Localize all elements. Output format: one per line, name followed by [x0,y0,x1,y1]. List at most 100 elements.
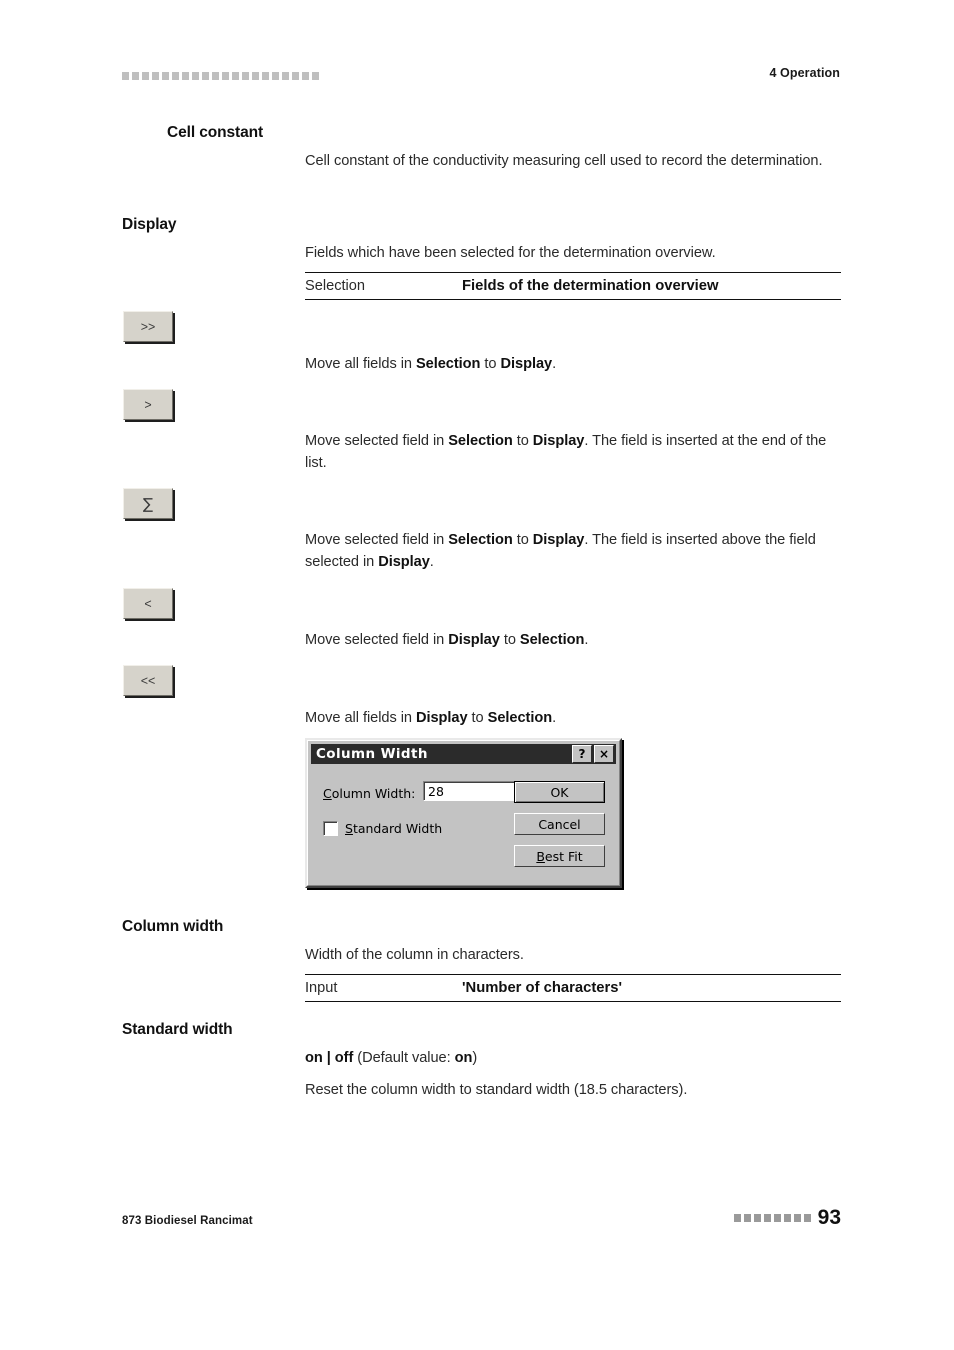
label-rest: olumn Width: [331,786,416,801]
table-key-selection: Selection [305,278,366,294]
decoration-square [773,1213,781,1222]
document-page: 4 Operation Cell constant Cell constant … [0,0,954,1350]
decoration-square [202,72,209,80]
default-value: on [454,1050,473,1066]
decoration-square [312,72,319,80]
decoration-square [122,72,129,80]
text-fragment: ) [472,1050,478,1066]
standard-width-label: Standard Width [345,821,442,836]
best-fit-button[interactable]: Best Fit [514,845,605,867]
footer-decoration-squares [733,1213,811,1222]
decoration-square [262,72,269,80]
double-chevron-right-icon[interactable]: >> [123,311,173,342]
table-column-width-input: Input 'Number of characters' [305,974,841,1002]
paragraph-column-width: Width of the column in characters. [305,947,524,963]
chevron-right-icon[interactable]: > [123,389,173,420]
decoration-square [172,72,179,80]
paragraph-move-all-to-selection: Move all fields in Display to Selection. [305,707,841,729]
decoration-square [222,72,229,80]
text-fragment: . [552,710,557,726]
decoration-square [282,72,289,80]
standard-width-checkbox-row[interactable]: Standard Width [323,821,442,836]
decoration-square [142,72,149,80]
decoration-square [733,1213,741,1222]
text-fragment: to [499,632,520,648]
decoration-square [152,72,159,80]
heading-column-width: Column width [122,918,224,935]
paragraph-cell-constant: Cell constant of the conductivity measur… [305,153,823,169]
table-value-input: 'Number of characters' [462,980,622,996]
text-fragment: Move selected field in [305,532,449,548]
text-emphasis: Display [532,532,585,548]
accel-char: C [323,786,332,801]
decoration-square [763,1213,771,1222]
dialog-title: Column Width [316,746,428,762]
decoration-square [162,72,169,80]
table-row: Input 'Number of characters' [305,975,841,1001]
column-width-dialog: Column Width ? × Column Width: 28 Standa… [305,738,622,888]
decoration-square [793,1213,801,1222]
text-fragment: Move all fields in [305,710,416,726]
text-emphasis: Display [415,710,468,726]
text-emphasis: Display [448,632,500,648]
ok-button[interactable]: OK [514,781,605,803]
text-fragment: to [512,433,533,449]
double-chevron-left-icon[interactable]: << [123,665,173,696]
paragraph-move-selected-to-selection: Move selected field in Display to Select… [305,629,841,651]
page-number: 93 [817,1206,841,1229]
help-icon[interactable]: ? [572,745,592,763]
decoration-square [783,1213,791,1222]
footer-document-title: 873 Biodiesel Rancimat [122,1215,253,1227]
text-fragment: . [429,554,434,570]
text-emphasis: Selection [519,632,585,648]
column-width-label: Column Width: [323,786,415,801]
text-fragment: to [467,710,488,726]
decoration-square [242,72,249,80]
decoration-square [182,72,189,80]
sigma-icon[interactable]: ∑ [123,488,173,519]
decoration-square [292,72,299,80]
text-emphasis: Display [532,433,585,449]
checkbox-icon[interactable] [323,821,338,836]
accel-char: S [345,821,353,836]
decoration-square [232,72,239,80]
text-emphasis: Selection [415,356,481,372]
close-icon[interactable]: × [594,745,614,763]
text-fragment: . [552,356,557,372]
text-fragment: (Default value: [353,1050,455,1066]
dialog-body: Column Width: 28 Standard Width OK Cance… [311,764,616,882]
decoration-square [302,72,309,80]
text-fragment: to [512,532,533,548]
accel-char: B [536,848,545,864]
dialog-titlebar[interactable]: Column Width ? × [311,744,616,764]
running-header: 4 Operation [122,66,840,88]
value-options: on | off [305,1050,354,1066]
text-fragment: . [584,632,589,648]
paragraph-standard-width-values: on | off (Default value: on) [305,1047,841,1069]
header-decoration-squares [122,72,319,80]
text-emphasis: Selection [448,532,513,548]
decoration-square [132,72,139,80]
table-display-selection: Selection Fields of the determination ov… [305,272,841,300]
heading-cell-constant: Cell constant [167,124,264,141]
paragraph-move-selected-above: Move selected field in Selection to Disp… [305,529,841,573]
header-section-title: 4 Operation [769,66,840,80]
chevron-left-icon[interactable]: < [123,588,173,619]
text-fragment: Move selected field in [305,632,449,648]
table-row: Selection Fields of the determination ov… [305,273,841,299]
label-rest: tandard Width [352,821,443,836]
text-emphasis: Selection [448,433,513,449]
text-fragment: to [480,356,501,372]
text-fragment: Move selected field in [305,433,449,449]
decoration-square [743,1213,751,1222]
heading-display: Display [122,216,177,233]
dialog-inner-frame: Column Width ? × Column Width: 28 Standa… [307,740,620,886]
text-fragment: Move all fields in [305,356,416,372]
footer-page-marker: 93 [733,1206,841,1229]
decoration-square [252,72,259,80]
text-emphasis: Display [378,554,430,570]
cancel-button[interactable]: Cancel [514,813,605,835]
table-value-selection: Fields of the determination overview [462,278,719,294]
text-emphasis: Display [500,356,553,372]
decoration-square [753,1213,761,1222]
